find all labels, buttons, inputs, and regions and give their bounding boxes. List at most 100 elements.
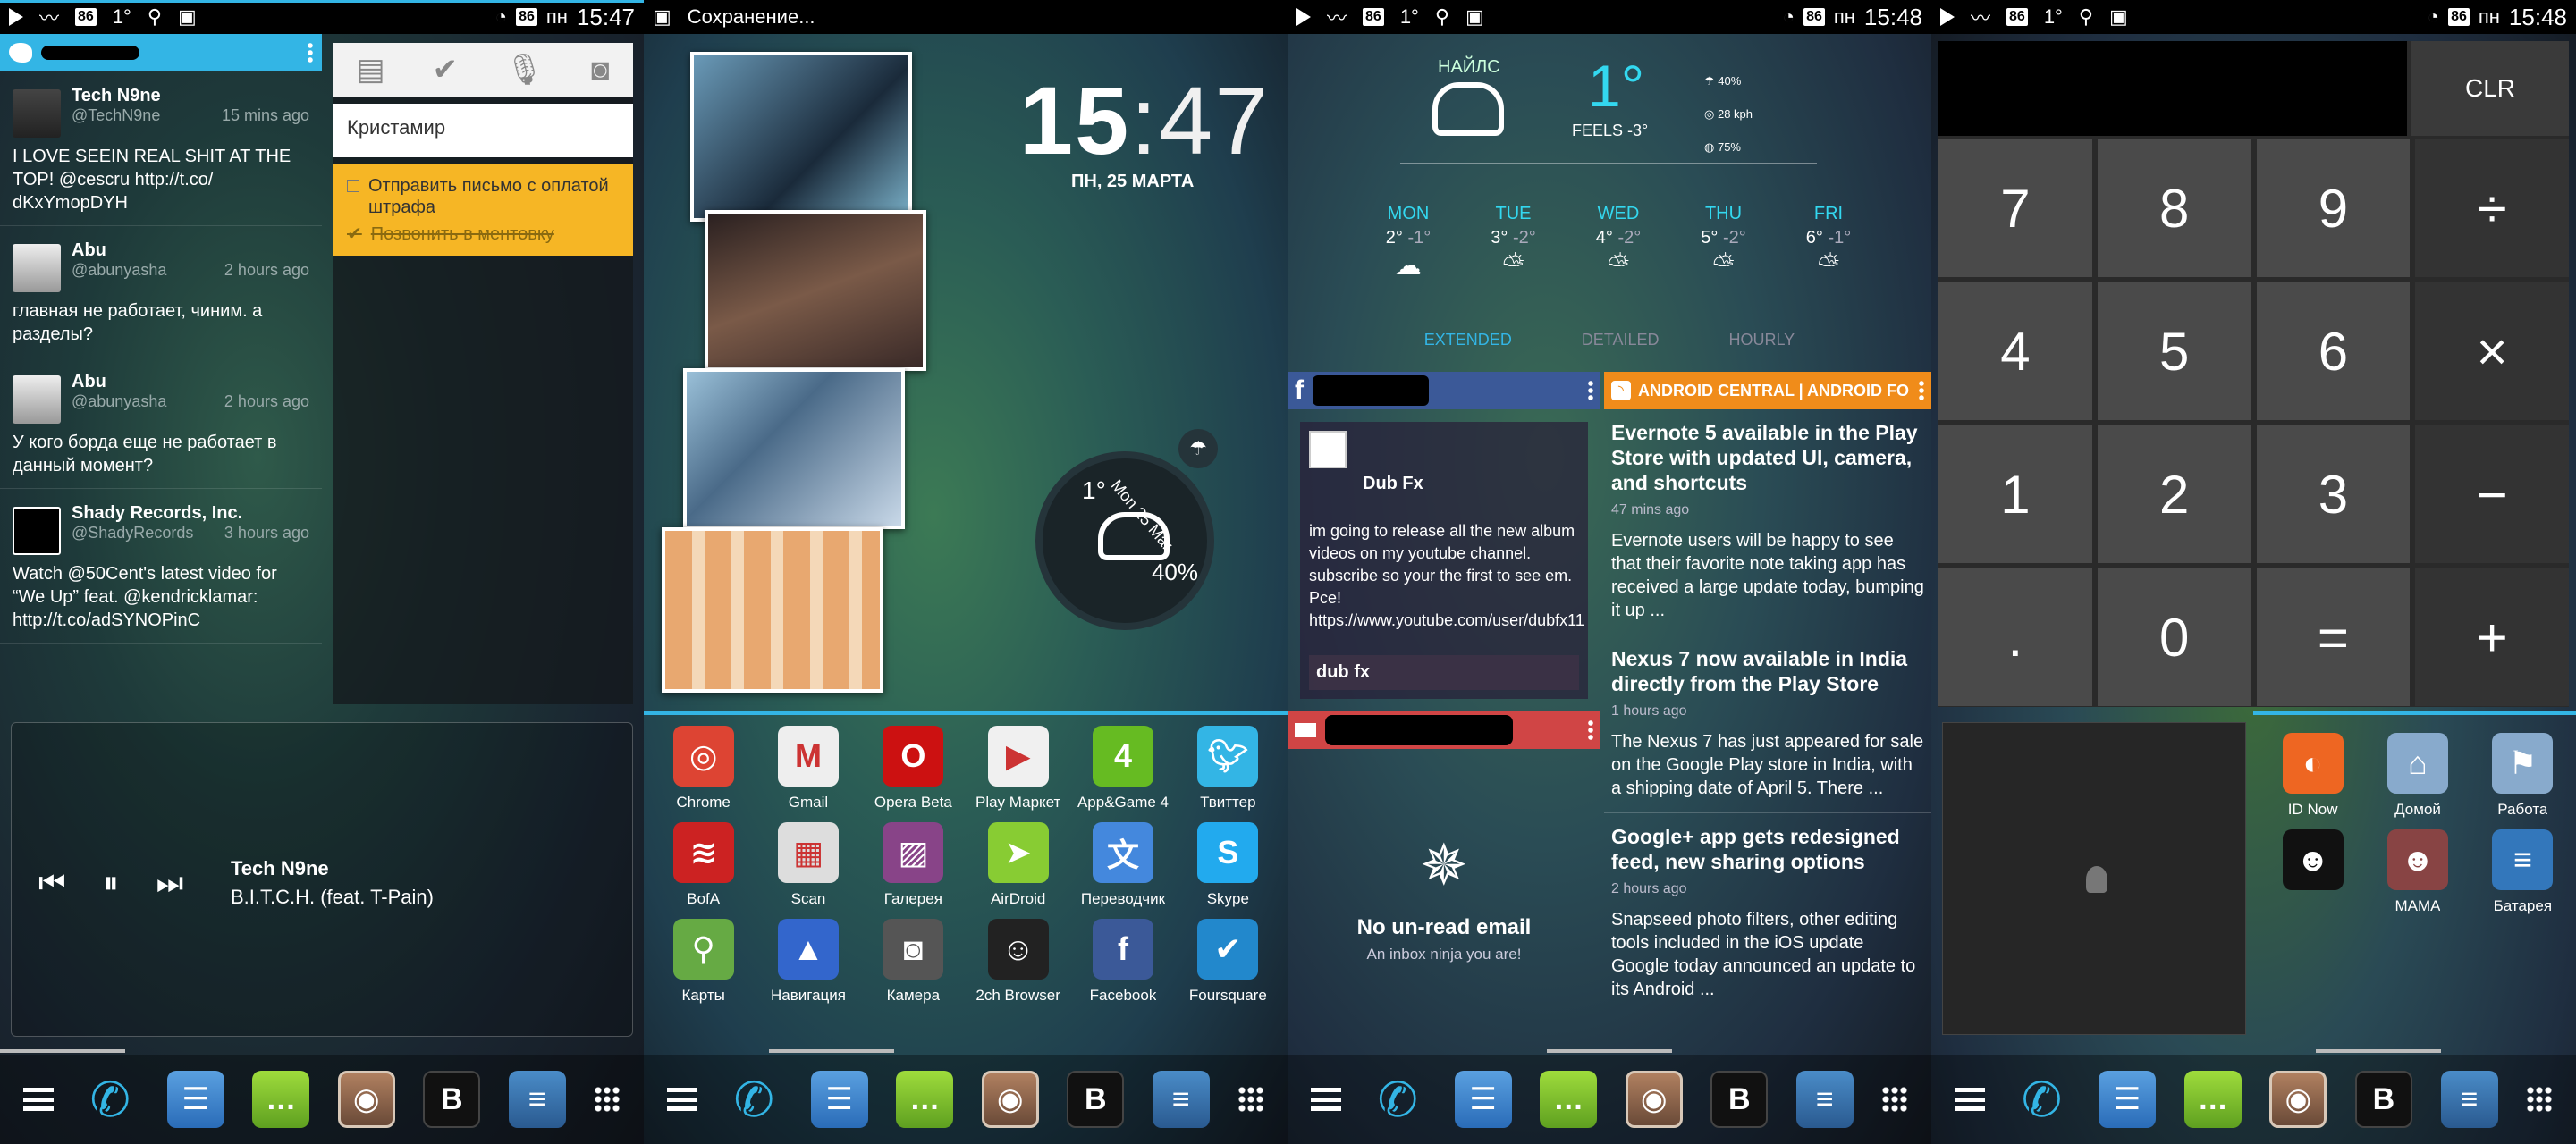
messaging-icon[interactable]: … (252, 1071, 310, 1128)
news-widget[interactable]: ◝ ANDROID CENTRAL | ANDROID FO Evernote … (1604, 372, 1931, 1042)
news-item[interactable]: Google+ app gets redesigned feed, new sh… (1604, 813, 1931, 1014)
app-bofa[interactable]: ≋ BofA (651, 822, 756, 919)
track-info[interactable]: Tech N9ne B.I.T.C.H. (feat. T-Pain) (231, 857, 434, 909)
settings-icon[interactable]: ≡ (1795, 1071, 1854, 1128)
instagram-icon[interactable]: ◉ (2269, 1071, 2327, 1128)
instagram-icon[interactable]: ◉ (1625, 1071, 1683, 1128)
menu-icon[interactable] (22, 1088, 54, 1111)
shortcut-battery-settings[interactable]: ≡ Батарея (2470, 829, 2575, 926)
menu-icon[interactable] (666, 1088, 697, 1111)
settings-icon[interactable]: ≡ (508, 1071, 566, 1128)
overflow-menu-icon[interactable] (308, 42, 313, 63)
circle-weather-widget[interactable]: 1° Mon 25 Mar 40% (1035, 451, 1214, 630)
shortcut-idnow[interactable]: ◐ ID Now (2260, 733, 2365, 829)
tab-extended[interactable]: EXTENDED (1424, 331, 1512, 349)
app-airdroid[interactable]: ➤ AirDroid (966, 822, 1070, 919)
app-facebook[interactable]: f Facebook (1070, 919, 1175, 1015)
tweet-item[interactable]: Abu @abunyasha 2 hours ago главная не раб… (0, 226, 322, 358)
contacts-icon[interactable]: ☰ (1454, 1071, 1512, 1128)
overflow-menu-icon[interactable] (1588, 380, 1593, 401)
new-note-icon[interactable]: ▤ (356, 52, 384, 88)
key-8-button[interactable]: 8 (2097, 139, 2251, 277)
contacts-icon[interactable]: ☰ (166, 1071, 224, 1128)
app-twitter[interactable]: 🐦︎ Твиттер (1176, 726, 1280, 822)
key-minus-button[interactable]: − (2415, 425, 2569, 563)
app-gallery[interactable]: ▨ Галерея (861, 822, 966, 919)
shortcut-contact-mama[interactable]: ☻ МАМА (2365, 829, 2470, 926)
clock-widget[interactable]: 15:47 (1019, 64, 1270, 176)
overflow-menu-icon[interactable] (1588, 719, 1593, 741)
app-play-store[interactable]: ▶ Play Маркет (966, 726, 1070, 822)
phone-icon[interactable]: ✆ (2013, 1071, 2070, 1128)
email-widget[interactable]: ✵ No un-read email An inbox ninja you ar… (1288, 711, 1600, 1051)
shortcut-maps-work[interactable]: ⚑ Работа (2470, 733, 2575, 829)
app-foursquare[interactable]: ✔ Foursquare (1176, 919, 1280, 1015)
flashlight-widget[interactable] (1942, 722, 2246, 1035)
settings-icon[interactable]: ≡ (2440, 1071, 2498, 1128)
tab-hourly[interactable]: HOURLY (1729, 331, 1795, 349)
voice-note-icon[interactable]: 🎙︎ (505, 52, 544, 88)
key-2-button[interactable]: 2 (2097, 425, 2251, 563)
contacts-icon[interactable]: ☰ (2099, 1071, 2157, 1128)
messaging-icon[interactable]: … (896, 1071, 954, 1128)
messaging-icon[interactable]: … (2183, 1071, 2242, 1128)
photo[interactable] (662, 527, 883, 693)
app-maps[interactable]: ⚲ Карты (651, 919, 756, 1015)
tweet-item[interactable]: Tech N9ne @TechN9ne 15 mins ago I LOVE SE… (0, 72, 322, 226)
news-item[interactable]: Evernote 5 available in the Play Store w… (1604, 409, 1931, 635)
app-opera[interactable]: O Opera Beta (861, 726, 966, 822)
photo[interactable] (683, 368, 905, 529)
app-navigation[interactable]: ▲ Навигация (756, 919, 860, 1015)
twitter-timeline[interactable]: Tech N9ne @TechN9ne 15 mins ago I LOVE SE… (0, 72, 322, 715)
key-multiply-button[interactable]: × (2415, 282, 2569, 420)
previous-icon[interactable]: ⏮ (38, 866, 66, 901)
photo[interactable] (690, 52, 912, 222)
app-drawer-icon[interactable] (2526, 1086, 2554, 1113)
key-6-button[interactable]: 6 (2256, 282, 2411, 420)
app-chrome[interactable]: ◎ Chrome (651, 726, 756, 822)
key-equals-button[interactable]: = (2256, 568, 2411, 706)
key-1-button[interactable]: 1 (1938, 425, 2092, 563)
checklist-item[interactable]: Отправить письмо с оплатой штрафа (347, 175, 619, 218)
app-gmail[interactable]: M Gmail (756, 726, 860, 822)
key-7-button[interactable]: 7 (1938, 139, 2092, 277)
next-icon[interactable]: ⏭ (156, 866, 184, 901)
tweet-item[interactable]: Abu @abunyasha 2 hours ago У кого борда е… (0, 358, 322, 489)
check-icon[interactable]: ✔ (347, 223, 362, 245)
app-skype[interactable]: S Skype (1176, 822, 1280, 919)
photo[interactable] (705, 210, 926, 371)
beejive-icon[interactable]: B (1067, 1071, 1125, 1128)
app-anon[interactable]: ☺ 2ch Browser (966, 919, 1070, 1015)
menu-icon[interactable] (1310, 1088, 1341, 1111)
phone-icon[interactable]: ✆ (81, 1071, 139, 1128)
weather-widget[interactable]: НАЙЛС 1° FEELS -3° ☂ 40% ◎ 28 kph ◍ 75% … (1288, 34, 1931, 372)
app-four[interactable]: 4 App&Game 4 (1070, 726, 1175, 822)
app-drawer-icon[interactable] (1881, 1086, 1909, 1113)
settings-icon[interactable]: ≡ (1152, 1071, 1210, 1128)
app-camera[interactable]: ◙ Камера (861, 919, 966, 1015)
instagram-icon[interactable]: ◉ (337, 1071, 395, 1128)
facebook-widget[interactable]: f Dub Fx im going to release all the new… (1288, 372, 1600, 711)
key-plus-button[interactable]: + (2415, 568, 2569, 706)
messaging-icon[interactable]: … (1540, 1071, 1598, 1128)
shortcut-maps-home[interactable]: ⌂ Домой (2365, 733, 2470, 829)
pause-icon[interactable]: ⏸ (104, 866, 119, 901)
overflow-menu-icon[interactable] (1919, 380, 1924, 401)
facebook-post[interactable]: Dub Fx im going to release all the new a… (1300, 422, 1588, 699)
news-item[interactable]: Nexus 7 now available in India directly … (1604, 635, 1931, 813)
key-9-button[interactable]: 9 (2256, 139, 2411, 277)
new-list-icon[interactable]: ✔ (432, 52, 458, 88)
key-5-button[interactable]: 5 (2097, 282, 2251, 420)
keep-note[interactable]: Кристамир (333, 104, 633, 157)
app-drawer-icon[interactable] (594, 1086, 621, 1113)
key-4-button[interactable]: 4 (1938, 282, 2092, 420)
shortcut-contact-photo[interactable]: ☻ (2260, 829, 2365, 926)
phone-icon[interactable]: ✆ (1369, 1071, 1426, 1128)
app-translate[interactable]: 文 Переводчик (1070, 822, 1175, 919)
contacts-icon[interactable]: ☰ (810, 1071, 868, 1128)
instagram-icon[interactable]: ◉ (981, 1071, 1039, 1128)
checkbox-icon[interactable] (347, 180, 359, 192)
keep-checklist[interactable]: Отправить письмо с оплатой штрафа ✔ Позво… (333, 164, 633, 256)
post-link[interactable]: dub fx (1309, 655, 1579, 690)
clear-button[interactable]: CLR (2411, 41, 2569, 136)
